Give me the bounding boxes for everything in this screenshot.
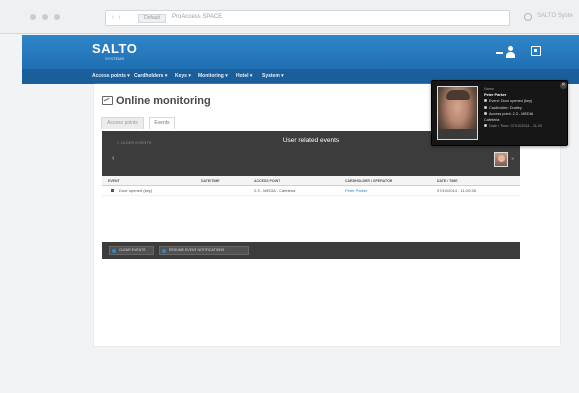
browser-toolbar: ‹ › Default ProAccess SPACE SALTO Syste <box>0 0 579 34</box>
reload-icon[interactable] <box>524 13 532 21</box>
resume-notifications-label: RESUME EVENT NOTIFICATIONS <box>169 248 225 252</box>
resume-icon <box>162 249 166 253</box>
chevron-left-icon[interactable]: ‹ <box>112 155 114 162</box>
event-icon <box>484 99 487 103</box>
door-icon <box>111 189 114 192</box>
clock-icon <box>484 124 487 128</box>
monitoring-icon <box>102 96 113 105</box>
col-access-point[interactable]: ACCESS POINT <box>254 179 280 183</box>
cell-datetime: 07/10/2014 - 11:20:38 <box>437 188 476 193</box>
cell-user-link[interactable]: Peter Parker <box>345 188 367 193</box>
clear-events-button[interactable]: CLEAR EVENTS <box>109 246 154 255</box>
col-date-time-1[interactable]: DATE/TIME <box>201 179 220 183</box>
popup-details: Name Peter Parker Event: Door opened (ke… <box>484 86 566 129</box>
back-forward-icon[interactable]: ‹ › <box>112 14 122 21</box>
user-event-popup: ✕ Name Peter Parker Event: Door opened (… <box>431 80 568 146</box>
col-cardholder[interactable]: CARDHOLDER / OPERATOR <box>345 179 392 183</box>
action-bar: CLEAR EVENTS RESUME EVENT NOTIFICATIONS <box>102 242 520 259</box>
page-title: Online monitoring <box>116 95 211 107</box>
events-table: EVENT DATE/TIME ACCESS POINT CARDHOLDER … <box>102 176 520 196</box>
logout-icon[interactable] <box>531 46 541 56</box>
app-header: SALTO SYSTEMS <box>22 35 579 69</box>
address-chip: Default <box>138 14 166 23</box>
nav-hotel[interactable]: Hotel ▾ <box>236 73 252 79</box>
logo-subtitle: SYSTEMS <box>105 56 125 61</box>
cell-event: Door opened (key) <box>119 188 153 193</box>
window-controls[interactable] <box>30 14 60 20</box>
nav-access-points[interactable]: Access points ▾ <box>92 73 130 79</box>
minus-icon[interactable] <box>496 52 503 54</box>
address-bar[interactable]: ‹ › Default ProAccess SPACE <box>105 10 510 26</box>
resume-notifications-button[interactable]: RESUME EVENT NOTIFICATIONS <box>159 246 249 255</box>
col-date-time-2[interactable]: DATE / TIME <box>437 179 458 183</box>
col-event[interactable]: EVENT <box>108 179 120 183</box>
address-url: ProAccess SPACE <box>172 14 223 20</box>
window-title: SALTO Syste <box>537 13 573 19</box>
popup-line: Date / Time: 07/10/2014 - 11:20 <box>484 123 566 129</box>
cell-access-point: 2.3 - MEDIA - Cafeteria <box>254 188 296 193</box>
clear-icon <box>112 249 116 253</box>
user-thumbnail[interactable] <box>494 152 508 167</box>
salto-logo[interactable]: SALTO <box>92 41 137 56</box>
close-icon[interactable]: ✕ <box>511 156 514 161</box>
clear-events-label: CLEAR EVENTS <box>119 248 146 252</box>
nav-keys[interactable]: Keys ▾ <box>175 73 191 79</box>
tab-events[interactable]: Events <box>149 117 175 129</box>
nav-system[interactable]: System ▾ <box>262 73 284 79</box>
nav-monitoring[interactable]: Monitoring ▾ <box>198 73 228 79</box>
cardholder-icon <box>484 105 487 109</box>
user-icon[interactable] <box>505 46 515 58</box>
nav-cardholders[interactable]: Cardholders ▾ <box>134 73 167 79</box>
user-photo <box>437 86 478 140</box>
table-row[interactable]: Door opened (key) 2.3 - MEDIA - Cafeteri… <box>102 186 520 196</box>
tab-access-points[interactable]: Access points <box>101 117 144 129</box>
table-header: EVENT DATE/TIME ACCESS POINT CARDHOLDER … <box>102 176 520 186</box>
access-point-icon <box>484 111 487 115</box>
